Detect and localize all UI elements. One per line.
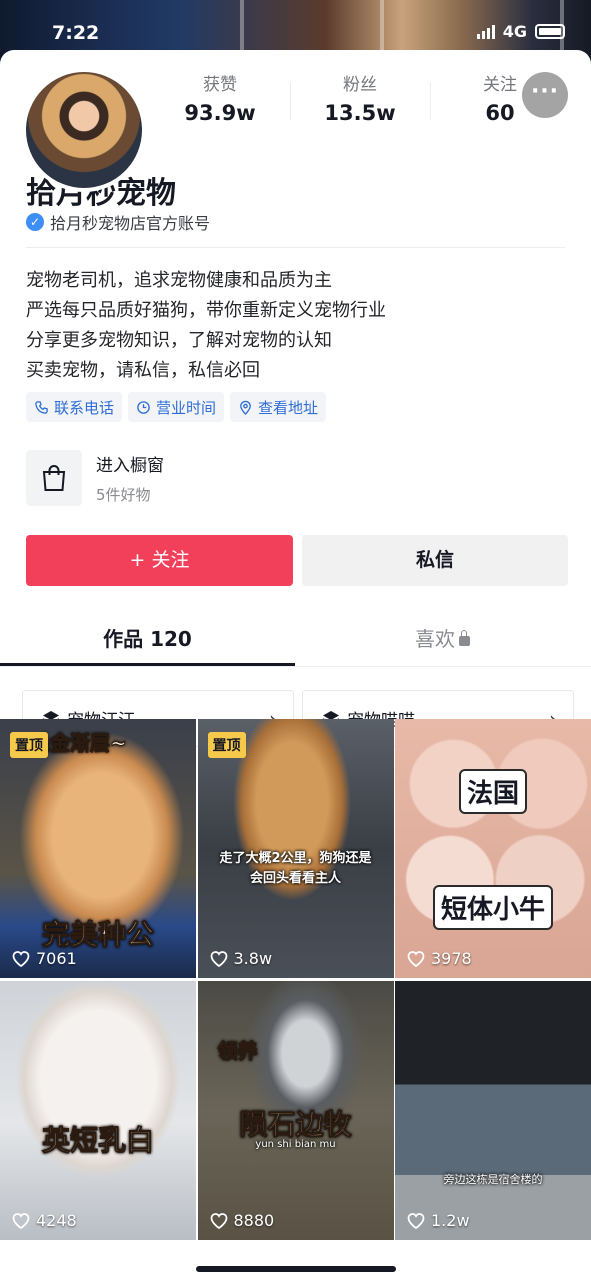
tab-works[interactable]: 作品 120 bbox=[0, 615, 295, 666]
video-caption: 英短乳白 bbox=[41, 1124, 154, 1158]
heart-icon bbox=[12, 1212, 30, 1229]
battery-icon bbox=[535, 24, 565, 39]
bio-line: 买卖宠物，请私信，私信必回 bbox=[26, 360, 260, 381]
video-thumbnail[interactable]: 毛金渐层~ 完美种公 置顶 7061 bbox=[0, 719, 196, 978]
video-caption: 旁边这栋是宿舍楼的 bbox=[443, 1173, 543, 1186]
contact-tags: 联系电话 营业时间 查看地址 bbox=[26, 392, 327, 422]
bio-line: 分享更多宠物知识，了解对宠物的认知 bbox=[26, 330, 332, 351]
status-right: 4G bbox=[476, 22, 565, 41]
like-count-text: 3978 bbox=[431, 949, 472, 968]
video-thumbnail[interactable]: 旁边这栋是宿舍楼的 1.2w bbox=[395, 981, 591, 1240]
like-count: 8880 bbox=[210, 1211, 275, 1230]
content-tabs: 作品 120 喜欢 bbox=[0, 615, 591, 667]
lock-icon bbox=[459, 629, 470, 646]
shop-entry[interactable]: 进入橱窗 5件好物 bbox=[26, 450, 326, 506]
stat-label: 粉丝 bbox=[343, 75, 377, 95]
like-count-text: 8880 bbox=[233, 1211, 275, 1230]
video-thumbnail[interactable]: 法国 短体小牛 3978 bbox=[395, 719, 591, 978]
tag-hours[interactable]: 营业时间 bbox=[128, 392, 225, 422]
video-thumbnail[interactable]: 英短乳白 4248 bbox=[0, 981, 196, 1240]
heart-icon bbox=[210, 950, 227, 967]
video-caption: 短体小牛 bbox=[395, 885, 591, 930]
like-count-text: 1.2w bbox=[431, 1211, 470, 1230]
message-button[interactable]: 私信 bbox=[302, 535, 568, 586]
stat-followers[interactable]: 粉丝 13.5w bbox=[290, 68, 430, 138]
pinned-badge: 置顶 bbox=[10, 732, 48, 758]
home-indicator[interactable] bbox=[196, 1266, 396, 1272]
caption-box: 法国 bbox=[458, 769, 527, 814]
video-caption: 陨石边牧 bbox=[239, 1108, 352, 1142]
video-grid: 毛金渐层~ 完美种公 置顶 7061 走了大概2公里，狗狗还是会回头看看主人 置… bbox=[0, 719, 591, 1240]
like-count-text: 7061 bbox=[36, 949, 77, 968]
video-caption: 完美种公 bbox=[41, 918, 154, 952]
video-thumbnail[interactable]: 走了大概2公里，狗狗还是会回头看看主人 置顶 3.8w bbox=[197, 719, 394, 978]
like-count: 4248 bbox=[12, 1211, 77, 1230]
profile-bio: 宠物老司机，追求宠物健康和品质为主 严选每只品质好猫狗，带你重新定义宠物行业 分… bbox=[26, 266, 386, 386]
follow-button[interactable]: + 关注 bbox=[26, 535, 293, 586]
heart-icon bbox=[12, 950, 30, 967]
tab-likes-label: 喜欢 bbox=[415, 627, 455, 651]
shop-title: 进入橱窗 bbox=[96, 456, 164, 476]
divider bbox=[26, 247, 565, 248]
verified-text: 拾月秒宠物店官方账号 bbox=[50, 214, 211, 233]
tag-label: 查看地址 bbox=[258, 398, 319, 417]
heart-icon bbox=[407, 1212, 425, 1229]
tag-address[interactable]: 查看地址 bbox=[230, 392, 327, 422]
video-caption: yun shi bian mu bbox=[255, 1139, 336, 1150]
like-count-text: 4248 bbox=[36, 1211, 77, 1230]
video-caption: 法国 bbox=[395, 769, 591, 814]
like-count: 1.2w bbox=[407, 1211, 470, 1230]
bio-line: 严选每只品质好猫狗，带你重新定义宠物行业 bbox=[26, 300, 386, 321]
stat-value: 13.5w bbox=[324, 101, 396, 125]
tab-works-label: 作品 120 bbox=[103, 627, 192, 651]
stat-label: 获赞 bbox=[203, 75, 237, 95]
location-icon bbox=[240, 400, 251, 415]
network-type: 4G bbox=[502, 22, 527, 41]
video-caption: 毛金渐层~ bbox=[30, 731, 128, 756]
shopping-bag-icon bbox=[26, 450, 82, 506]
caption-box: 短体小牛 bbox=[432, 885, 553, 930]
more-icon[interactable]: ··· bbox=[522, 72, 568, 118]
avatar[interactable] bbox=[22, 68, 146, 192]
like-count-text: 3.8w bbox=[233, 949, 273, 968]
heart-icon bbox=[210, 1212, 227, 1229]
phone-icon bbox=[35, 400, 48, 414]
pinned-badge: 置顶 bbox=[207, 732, 246, 758]
bio-line: 宠物老司机，追求宠物健康和品质为主 bbox=[26, 270, 332, 291]
shop-subtitle: 5件好物 bbox=[96, 486, 151, 504]
stat-value: 93.9w bbox=[184, 101, 256, 125]
video-caption: 领养 bbox=[217, 1039, 258, 1064]
signal-icon bbox=[476, 24, 495, 39]
tag-label: 联系电话 bbox=[54, 398, 115, 417]
like-count: 7061 bbox=[12, 949, 77, 968]
tag-phone[interactable]: 联系电话 bbox=[26, 392, 123, 422]
clock-icon bbox=[137, 400, 150, 414]
video-caption: 走了大概2公里，狗狗还是会回头看看主人 bbox=[219, 851, 372, 886]
video-thumbnail[interactable]: 领养 陨石边牧 yun shi bian mu 8880 bbox=[197, 981, 394, 1240]
profile-stats: 获赞 93.9w 粉丝 13.5w 关注 60 bbox=[150, 68, 570, 138]
like-count: 3.8w bbox=[210, 949, 273, 968]
like-count: 3978 bbox=[407, 949, 472, 968]
tag-label: 营业时间 bbox=[156, 398, 217, 417]
status-time: 7:22 bbox=[52, 22, 100, 44]
verified-icon: ✓ bbox=[26, 213, 44, 231]
verified-row: ✓ 拾月秒宠物店官方账号 bbox=[26, 210, 210, 234]
tab-likes[interactable]: 喜欢 bbox=[295, 615, 590, 666]
heart-icon bbox=[407, 950, 425, 967]
stat-likes[interactable]: 获赞 93.9w bbox=[150, 68, 290, 138]
